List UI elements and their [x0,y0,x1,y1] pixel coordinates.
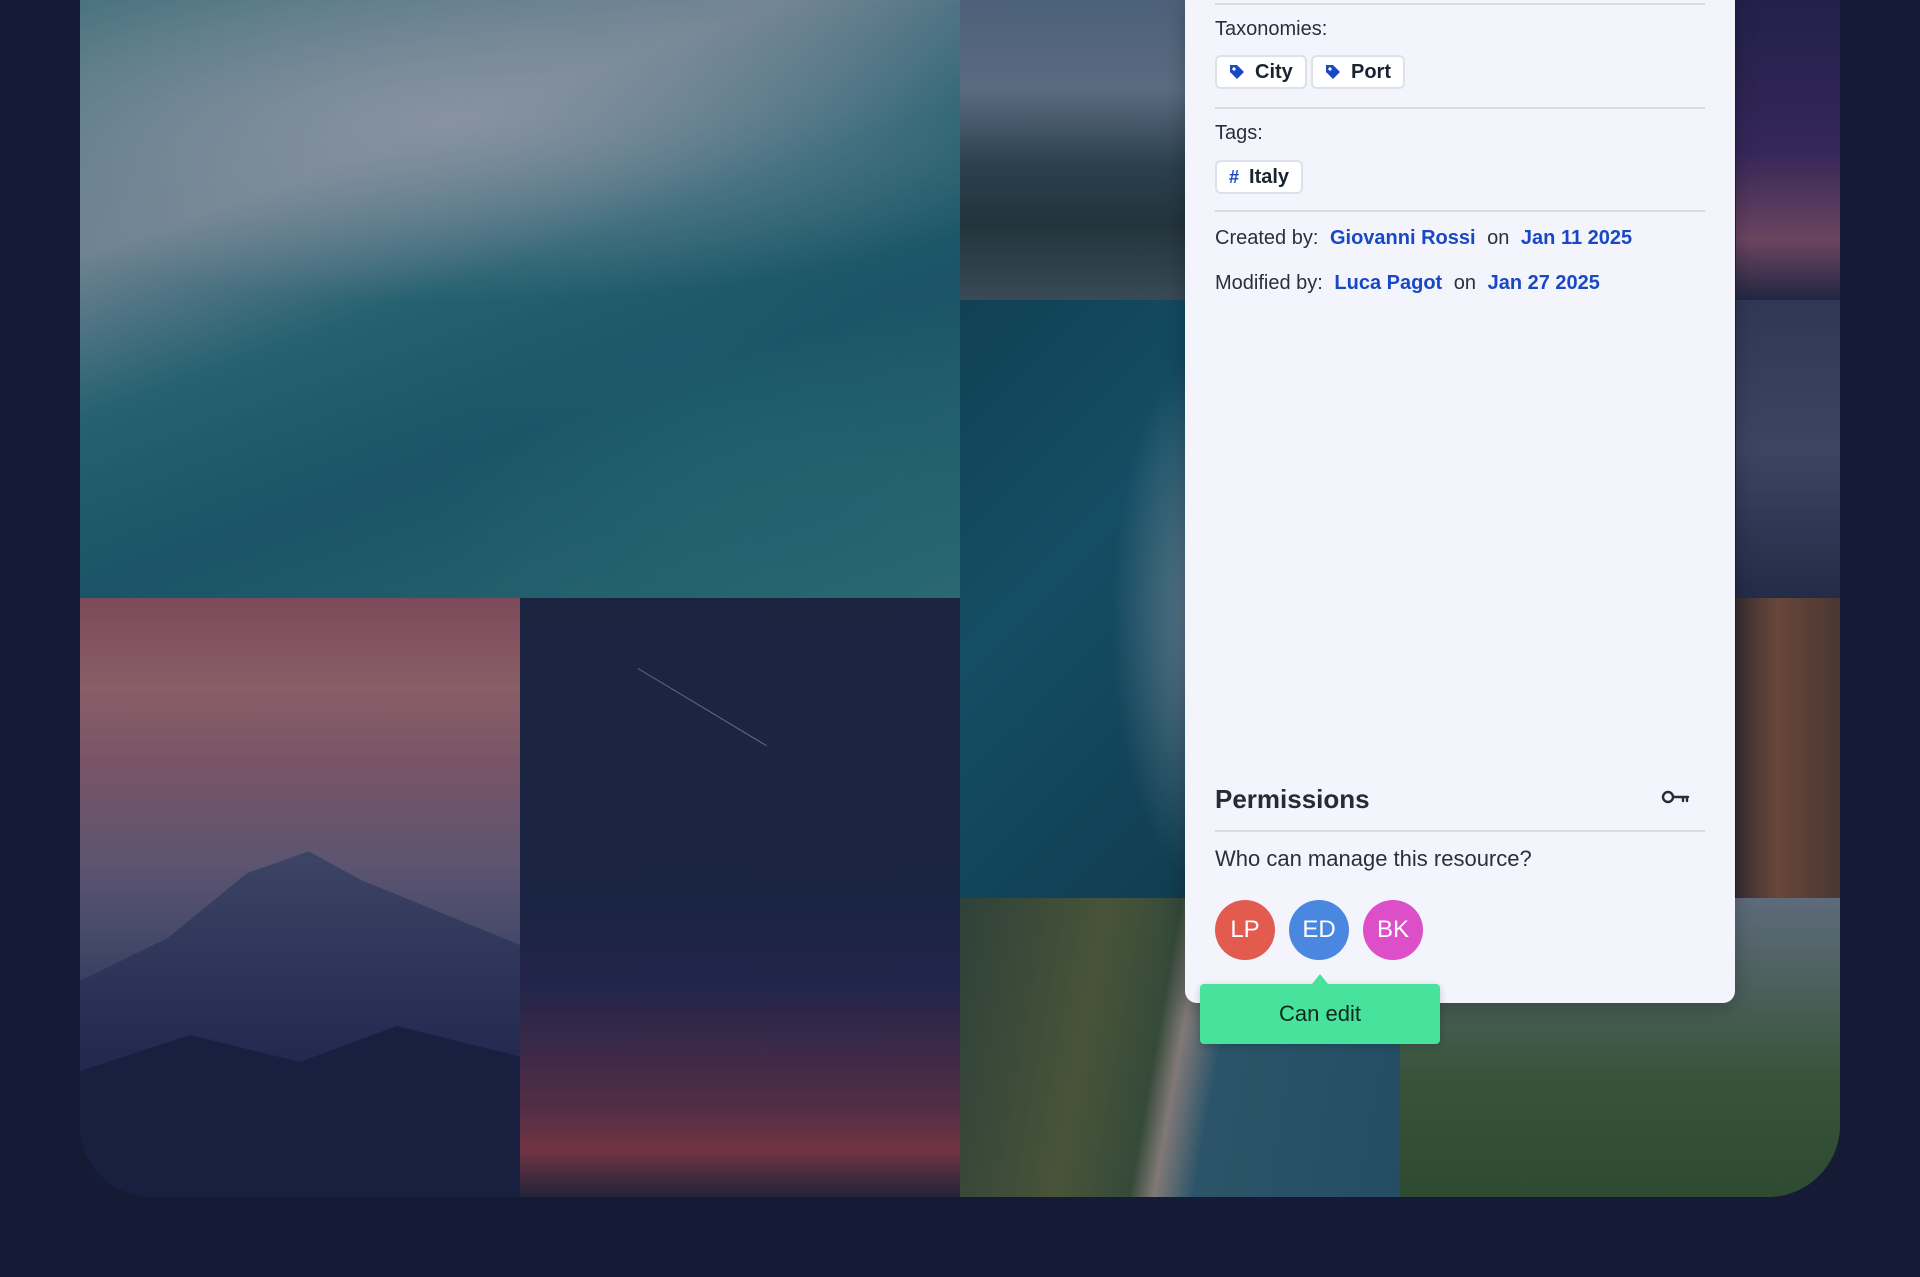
tag-icon [1325,64,1341,80]
photo-tile-rocks[interactable] [1736,300,1840,598]
tag-chip-italy[interactable]: # Italy [1215,160,1304,194]
permissions-question: Who can manage this resource? [1215,846,1532,871]
avatar-lp[interactable]: LP [1215,900,1275,960]
divider [1215,210,1705,212]
mountain-shape [80,1026,520,1197]
taxonomies-label: Taxonomies: [1215,18,1328,40]
divider [1215,830,1705,832]
details-panel: Taxonomies: City Port Tags: # Italy Crea… [1185,0,1735,1003]
avatar-bk[interactable]: BK [1363,900,1423,960]
photo-tile-mountain-sunset[interactable] [80,598,520,1197]
photo-tile-starry-sky[interactable] [1736,0,1840,300]
photo-tile-waves[interactable] [80,0,960,598]
shooting-star [637,668,767,747]
mountain-shape [80,851,520,1197]
divider [1215,107,1705,109]
modified-by-label: Modified by: [1215,272,1323,294]
taxonomy-chip-label: Port [1351,60,1391,83]
photo-tile-forest[interactable] [1736,598,1840,898]
modified-by-line: Modified by: Luca Pagot on Jan 27 2025 [1215,272,1600,295]
tags-label: Tags: [1215,122,1263,144]
divider [1215,3,1705,5]
permissions-title: Permissions [1215,784,1370,814]
modified-on-text: on [1453,272,1477,294]
photo-tile-night-sky[interactable] [520,598,960,1197]
created-by-line: Created by: Giovanni Rossi on Jan 11 202… [1215,227,1632,250]
taxonomy-chip-city[interactable]: City [1215,55,1307,89]
avatar-ed[interactable]: ED [1289,900,1349,960]
created-date-link[interactable]: Jan 11 2025 [1521,227,1632,249]
created-by-user-link[interactable]: Giovanni Rossi [1330,227,1476,249]
tag-icon [1229,64,1245,80]
taxonomy-chip-label: City [1255,60,1293,83]
permission-tooltip: Can edit [1200,974,1440,1044]
modified-by-user-link[interactable]: Luca Pagot [1334,272,1442,294]
modified-date-link[interactable]: Jan 27 2025 [1488,272,1600,294]
tag-chip-label: Italy [1249,165,1290,188]
key-icon[interactable] [1661,786,1691,813]
created-on-text: on [1487,227,1510,249]
taxonomy-chip-port[interactable]: Port [1311,55,1405,89]
created-by-label: Created by: [1215,227,1319,249]
hash-icon: # [1229,166,1240,187]
